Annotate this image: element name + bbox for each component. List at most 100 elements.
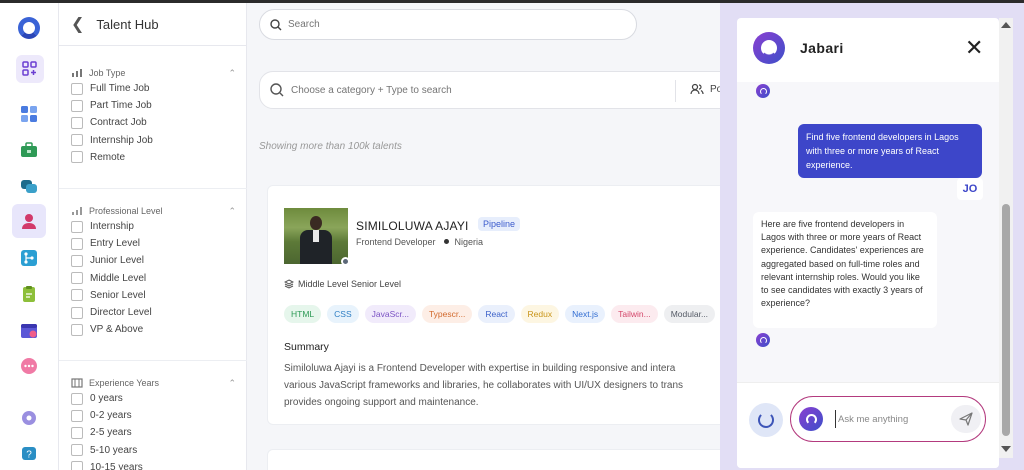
svg-text:?: ? xyxy=(26,450,32,461)
chevron-up-icon[interactable]: ⌃ xyxy=(228,206,236,217)
filter-option-label: Contract Job xyxy=(90,117,147,129)
skill-tag[interactable]: CSS xyxy=(327,305,359,323)
checkbox[interactable] xyxy=(71,116,83,129)
skill-tag[interactable]: Typescr... xyxy=(421,305,473,323)
skill-tag[interactable]: Tailwin... xyxy=(611,305,658,323)
calendar-icon[interactable] xyxy=(16,317,42,343)
dashboard-icon[interactable] xyxy=(16,101,42,127)
filter-option[interactable]: 2-5 years xyxy=(71,424,236,441)
status-indicator xyxy=(341,257,350,266)
skill-tag[interactable]: HTML xyxy=(284,305,322,323)
filter-group-header[interactable]: Experience Years ⌃ xyxy=(71,376,236,390)
scrollbar-thumb[interactable] xyxy=(1002,204,1010,436)
chat-input-wrapper[interactable] xyxy=(790,396,986,442)
filter-option[interactable]: Entry Level xyxy=(71,235,236,252)
chevron-left-icon[interactable]: ❮ xyxy=(71,14,84,34)
chat-bubbles-icon[interactable] xyxy=(16,173,42,199)
skill-tag[interactable]: Modular... xyxy=(663,305,716,323)
filter-option[interactable]: Junior Level xyxy=(71,252,236,269)
git-branch-icon[interactable] xyxy=(16,245,42,271)
checkbox[interactable] xyxy=(71,426,83,439)
filter-option[interactable]: 10-15 years xyxy=(71,459,236,470)
checkbox[interactable] xyxy=(71,82,83,95)
filter-group-header[interactable]: Job Type ⌃ xyxy=(71,66,236,80)
people-filter-button[interactable]: Po xyxy=(690,83,720,95)
level-bars-icon xyxy=(72,207,82,215)
skill-tag[interactable]: Redux xyxy=(520,305,560,323)
chevron-up-icon[interactable]: ⌃ xyxy=(228,378,236,389)
app-logo-icon[interactable] xyxy=(16,15,42,41)
skill-tag[interactable]: JavaScr... xyxy=(364,305,416,323)
refresh-chat-button[interactable] xyxy=(749,403,783,437)
filters-panel: ❮ Talent Hub Job Type ⌃ Full Time Job Pa… xyxy=(59,3,247,470)
settings-icon[interactable] xyxy=(16,405,42,431)
filter-group-experience-years: Experience Years ⌃ 0 years 0-2 years 2-5… xyxy=(71,376,236,470)
help-icon[interactable]: ? xyxy=(16,441,42,467)
add-widget-icon[interactable] xyxy=(16,55,44,83)
skill-tag[interactable]: React xyxy=(478,305,515,323)
skill-tag[interactable]: Next.js xyxy=(565,305,606,323)
checkbox[interactable] xyxy=(71,392,83,405)
checkbox[interactable] xyxy=(71,237,83,250)
filter-option[interactable]: Middle Level xyxy=(71,270,236,287)
scroll-down-arrow[interactable] xyxy=(1001,446,1011,452)
candidate-name[interactable]: SIMILOLUWA AJAYI xyxy=(356,219,469,233)
checkbox[interactable] xyxy=(71,461,83,470)
checkbox[interactable] xyxy=(71,289,83,302)
filter-option[interactable]: 0 years xyxy=(71,390,236,407)
checkbox[interactable] xyxy=(71,444,83,457)
send-button[interactable] xyxy=(951,405,981,433)
checkbox[interactable] xyxy=(71,220,83,233)
category-search-input[interactable] xyxy=(291,84,671,96)
bot-avatar-icon xyxy=(753,32,785,64)
clipboard-icon[interactable] xyxy=(16,281,42,307)
more-icon[interactable] xyxy=(16,353,42,379)
chat-messages: Find five frontend developers in Lagos w… xyxy=(737,82,999,382)
levels-text: Middle Level Senior Level xyxy=(298,279,402,289)
checkbox[interactable] xyxy=(71,99,83,112)
candidate-card[interactable] xyxy=(267,449,720,470)
search-input[interactable] xyxy=(288,19,588,30)
checkbox[interactable] xyxy=(71,134,83,147)
filter-option-label: Junior Level xyxy=(90,255,144,267)
filter-option[interactable]: VP & Above xyxy=(71,321,236,338)
people-filter-label: Po xyxy=(710,83,720,95)
checkbox[interactable] xyxy=(71,254,83,267)
filter-option-label: Full Time Job xyxy=(90,83,150,95)
filter-option[interactable]: Senior Level xyxy=(71,287,236,304)
scroll-up-arrow[interactable] xyxy=(1001,22,1011,28)
chat-scrollbar[interactable] xyxy=(999,18,1013,458)
category-search-bar[interactable]: Po xyxy=(259,71,720,109)
summary-text: Similoluwa Ajayi is a Frontend Developer… xyxy=(284,360,720,411)
filter-option[interactable]: 5-10 years xyxy=(71,442,236,459)
filter-option[interactable]: Contract Job xyxy=(71,114,236,131)
chevron-up-icon[interactable]: ⌃ xyxy=(228,68,236,79)
filter-option[interactable]: Part Time Job xyxy=(71,97,236,114)
filter-option[interactable]: Director Level xyxy=(71,304,236,321)
avatar[interactable] xyxy=(284,208,350,266)
checkbox[interactable] xyxy=(71,323,83,336)
filter-option[interactable]: Internship Job xyxy=(71,132,236,149)
divider xyxy=(675,80,676,102)
checkbox[interactable] xyxy=(71,151,83,164)
candidate-photo xyxy=(284,208,348,264)
filter-group-title: Job Type xyxy=(89,68,126,78)
filter-group-job-type: Job Type ⌃ Full Time Job Part Time Job C… xyxy=(71,66,236,166)
briefcase-icon[interactable] xyxy=(16,137,42,163)
checkbox[interactable] xyxy=(71,409,83,422)
checkbox[interactable] xyxy=(71,306,83,319)
filter-group-header[interactable]: Professional Level ⌃ xyxy=(71,204,236,218)
bot-avatar-icon xyxy=(799,407,823,431)
filter-option[interactable]: 0-2 years xyxy=(71,407,236,424)
close-icon[interactable]: ✕ xyxy=(965,36,983,60)
chat-input[interactable] xyxy=(835,410,945,428)
talent-icon[interactable] xyxy=(12,204,46,238)
checkbox[interactable] xyxy=(71,272,83,285)
filter-group-title: Professional Level xyxy=(89,206,163,216)
filter-option[interactable]: Full Time Job xyxy=(71,80,236,97)
divider xyxy=(59,360,247,361)
filter-option[interactable]: Internship xyxy=(71,218,236,235)
candidate-card[interactable]: SIMILOLUWA AJAYI Pipeline Frontend Devel… xyxy=(267,185,720,425)
filter-option[interactable]: Remote xyxy=(71,149,236,166)
global-search-bar[interactable] xyxy=(259,9,637,40)
